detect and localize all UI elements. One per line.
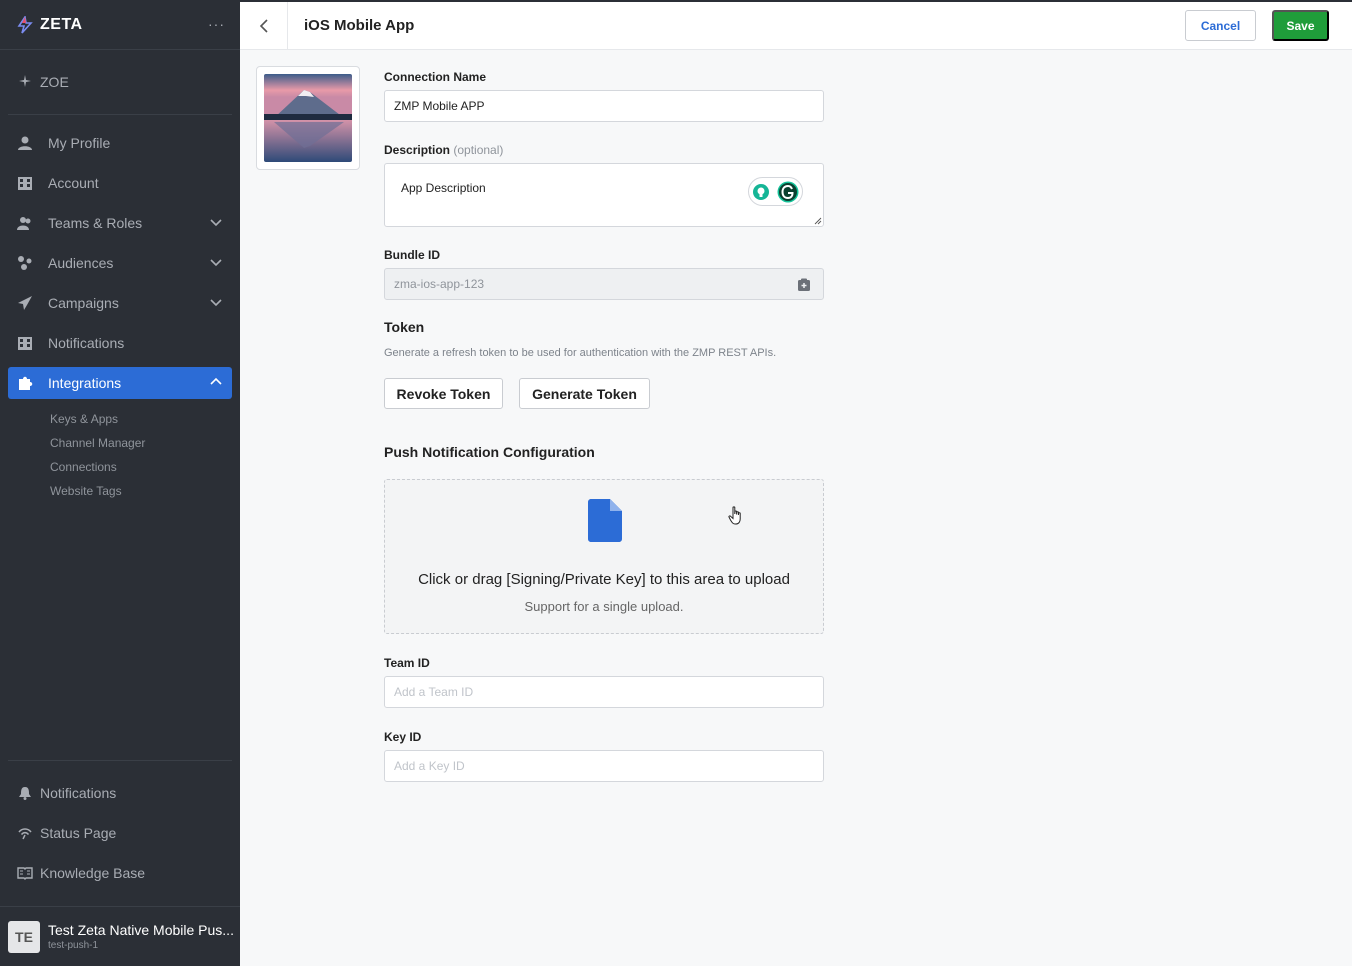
account-id: test-push-1 [48,940,99,951]
zoe-link[interactable]: ZOE [0,50,240,114]
optional-tag: (optional) [453,143,504,157]
chevron-down-icon[interactable] [210,216,222,228]
back-button[interactable] [240,1,288,50]
chevron-left-icon [259,18,268,33]
brand-name: ZETA [40,15,83,33]
hand-cursor-icon [728,506,741,525]
chevron-down-icon[interactable] [210,256,222,268]
users-icon [16,214,34,232]
signal-icon [16,826,34,840]
upload-instruction: Click or drag [Signing/Private Key] to t… [418,571,790,588]
sidebar-subitem-channel-manager[interactable]: Channel Manager [0,431,240,455]
bundle-id-label: Bundle ID [384,248,440,262]
sidebar-item-audiences[interactable]: Audiences [8,247,232,279]
sparkle-icon [16,74,34,91]
zeta-logo-icon [16,14,34,34]
sidebar-item-label: Status Page [40,825,117,841]
app-image-upload[interactable] [256,66,360,170]
sidebar-item-label: Notifications [40,785,117,801]
sidebar-item-label: Integrations [48,375,122,391]
grammarly-widget[interactable] [748,177,803,206]
building-icon [16,174,34,192]
sidebar-item-integrations[interactable]: Integrations [8,367,232,399]
book-icon [16,866,34,880]
brand[interactable]: ZETA ··· [0,0,240,50]
sidebar-item-status-page[interactable]: Status Page [0,813,240,853]
sidebar: ZETA ··· ZOE My Profile Account Teams & … [0,0,240,966]
revoke-token-button[interactable]: Revoke Token [384,378,503,409]
paper-plane-icon [16,294,34,312]
save-button[interactable]: Save [1272,10,1329,41]
key-upload-dropzone[interactable]: Click or drag [Signing/Private Key] to t… [384,479,824,634]
sidebar-item-notifications[interactable]: Notifications [8,327,232,359]
sidebar-subitem-website-tags[interactable]: Website Tags [0,479,240,503]
sidebar-item-label: Notifications [48,335,125,351]
token-actions: Revoke Token Generate Token [384,378,824,409]
file-icon [588,499,622,542]
sidebar-item-label: Teams & Roles [48,215,143,231]
copy-icon[interactable] [797,278,811,292]
puzzle-icon [16,374,34,392]
sidebar-item-my-profile[interactable]: My Profile [8,127,232,159]
bell-icon [16,786,34,800]
user-icon [16,134,34,152]
sidebar-item-teams-roles[interactable]: Teams & Roles [8,207,232,239]
app-image [264,74,352,162]
sidebar-item-account[interactable]: Account [8,167,232,199]
token-section-title: Token [384,319,425,335]
team-id-input[interactable] [384,676,824,708]
avatar: TE [8,920,40,953]
page-header: iOS Mobile App Cancel Save [240,0,1352,50]
sidebar-subitem-keys-apps[interactable]: Keys & Apps [0,407,240,431]
sidebar-nav: My Profile Account Teams & Roles Audienc… [0,115,240,503]
connection-name-input[interactable] [384,90,824,122]
audience-icon [16,254,34,272]
push-config-title: Push Notification Configuration [384,444,595,460]
page-title: iOS Mobile App [304,17,415,34]
account-switcher[interactable]: TE Test Zeta Native Mobile Pus... test-p… [0,906,240,966]
grammarly-icon [777,181,799,202]
sidebar-item-campaigns[interactable]: Campaigns [8,287,232,319]
connection-form: Connection Name Description (optional) A… [384,70,824,782]
lightbulb-icon [753,183,770,200]
sidebar-item-label: Audiences [48,255,114,271]
sidebar-divider [8,760,232,761]
sidebar-item-knowledge-base[interactable]: Knowledge Base [0,853,240,893]
zoe-label: ZOE [40,74,69,90]
description-value: App Description [401,181,486,195]
sidebar-subitem-connections[interactable]: Connections [0,455,240,479]
main-content: Connection Name Description (optional) A… [240,50,1352,966]
generate-token-button[interactable]: Generate Token [519,378,650,409]
description-label-text: Description [384,143,451,157]
resize-handle-icon[interactable] [814,217,822,225]
key-id-label: Key ID [384,730,422,744]
key-id-input[interactable] [384,750,824,782]
description-textarea[interactable]: App Description [384,163,824,227]
description-label: Description (optional) [384,143,824,157]
connection-name-label: Connection Name [384,70,487,84]
sidebar-item-label: Campaigns [48,295,119,311]
bundle-id-input: zma-ios-app-123 [384,268,824,300]
account-name: Test Zeta Native Mobile Pus... [48,922,234,938]
sidebar-item-label: Knowledge Base [40,865,146,881]
upload-hint: Support for a single upload. [524,599,684,614]
sidebar-bottom: Notifications Status Page Knowledge Base [0,760,240,893]
cancel-button[interactable]: Cancel [1185,10,1256,41]
token-helper-text: Generate a refresh token to be used for … [384,347,777,359]
more-options-icon[interactable]: ··· [208,16,225,32]
sidebar-item-label: Account [48,175,99,191]
chevron-up-icon[interactable] [210,376,222,388]
building-icon [16,334,34,352]
chevron-down-icon[interactable] [210,296,222,308]
team-id-label: Team ID [384,656,430,670]
bundle-id-value: zma-ios-app-123 [394,277,485,291]
sidebar-item-bottom-notifications[interactable]: Notifications [0,773,240,813]
sidebar-item-label: My Profile [48,135,111,151]
